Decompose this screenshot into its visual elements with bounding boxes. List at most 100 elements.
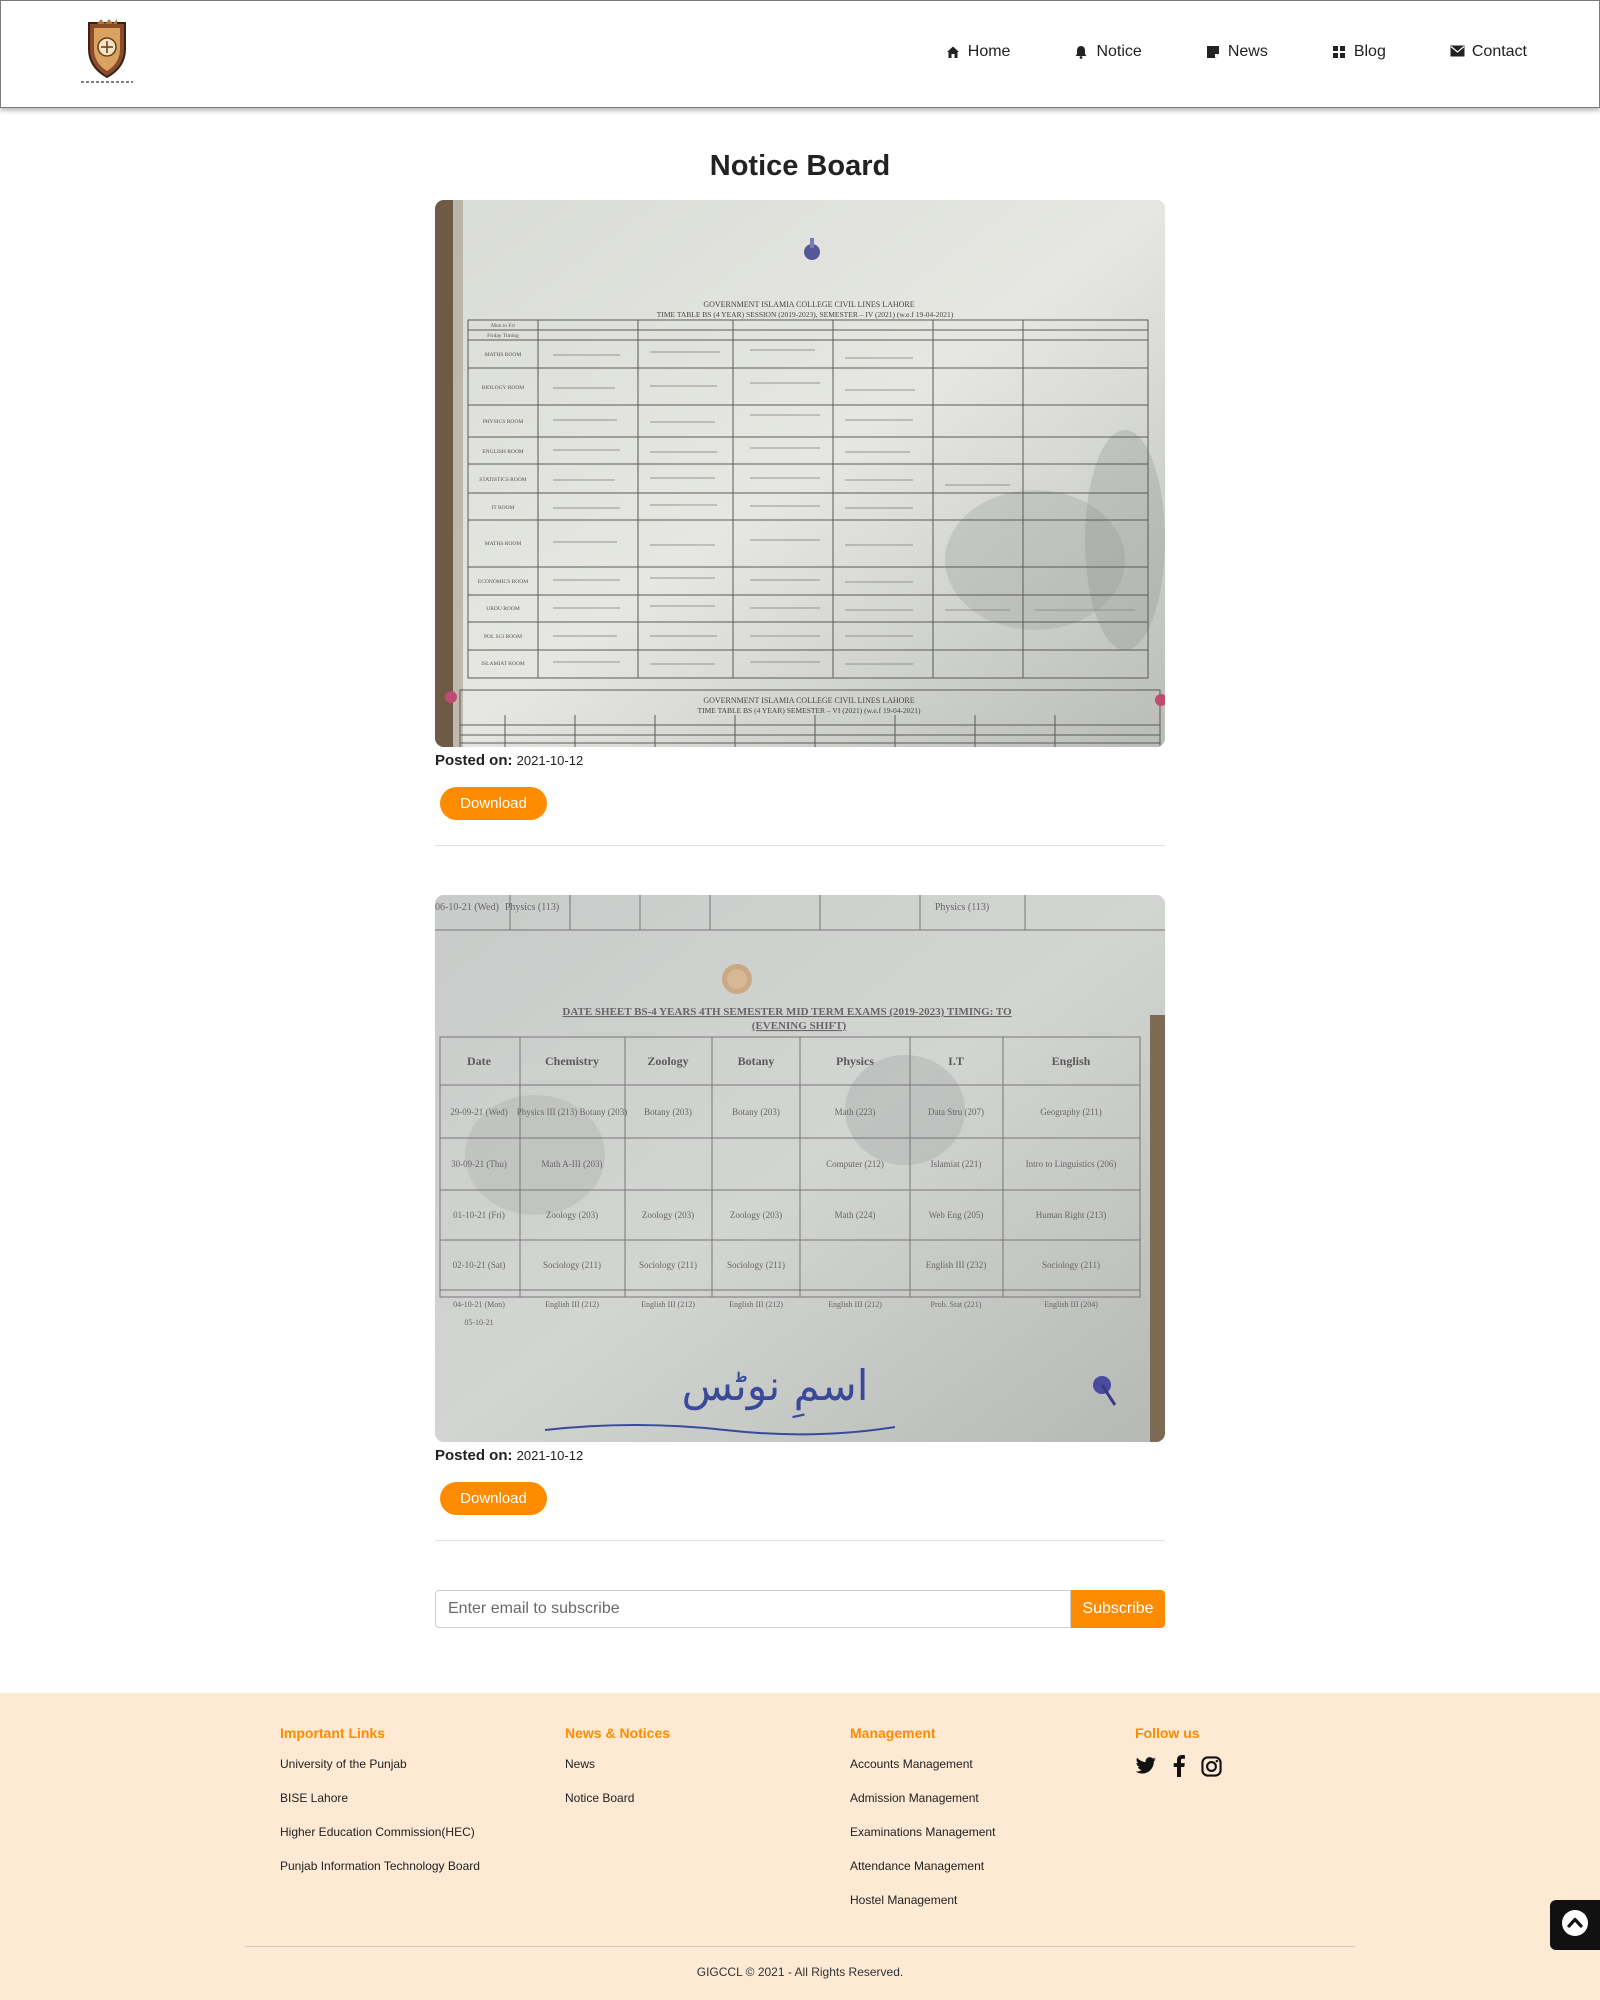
timetable-row-label: MATHS ROOM xyxy=(485,352,522,358)
nav-notice[interactable]: Notice xyxy=(1074,43,1142,61)
footer-column-important-links: Important Links University of the Punjab… xyxy=(280,1725,480,1891)
home-icon xyxy=(946,45,960,59)
sheet-cell: Data Stru (207) xyxy=(928,1107,984,1117)
sheet-cell: Prob. Stat (221) xyxy=(931,1300,982,1309)
footer-link[interactable]: Admission Management xyxy=(850,1789,995,1823)
bell-icon xyxy=(1074,45,1088,59)
nav-blog[interactable]: Blog xyxy=(1332,43,1386,61)
sheet-column-header: Date xyxy=(467,1054,492,1068)
posted-date: 2021-10-12 xyxy=(516,1448,584,1463)
timetable-row-label: ENGLISH ROOM xyxy=(482,449,524,455)
timetable-subheading-2: TIME TABLE BS (4 YEAR) SEMESTER – VI (20… xyxy=(698,706,921,715)
envelope-icon xyxy=(1450,45,1465,59)
footer-heading: News & Notices xyxy=(565,1725,671,1741)
sheet-cell: Sociology (211) xyxy=(1042,1260,1100,1270)
sheet-column-header: I.T xyxy=(948,1054,964,1068)
notice-image[interactable]: 06-10-21 (Wed) Physics (113) Physics (11… xyxy=(435,895,1165,1442)
timetable-heading: GOVERNMENT ISLAMIA COLLEGE CIVIL LINES L… xyxy=(703,300,914,309)
footer-column-follow-us: Follow us xyxy=(1135,1725,1238,1782)
back-to-top-button[interactable] xyxy=(1550,1900,1600,1950)
footer-heading: Follow us xyxy=(1135,1725,1200,1741)
footer-link[interactable]: Notice Board xyxy=(565,1789,670,1823)
sheet-cell: Zoology (203) xyxy=(546,1210,598,1220)
college-logo[interactable] xyxy=(77,19,137,87)
timetable-row-label: URDU ROOM xyxy=(486,606,520,612)
email-subscribe-input[interactable] xyxy=(435,1590,1071,1628)
sheet-cell: English III (212) xyxy=(641,1300,695,1309)
nav-contact[interactable]: Contact xyxy=(1450,43,1527,61)
site-header: Home Notice News Blog Contact xyxy=(0,0,1600,108)
sheet-cell: Web Eng (205) xyxy=(929,1210,984,1220)
footer-link[interactable]: Attendance Management xyxy=(850,1857,995,1891)
download-button[interactable]: Download xyxy=(440,1482,547,1515)
sheet-column-header: Zoology xyxy=(647,1054,688,1068)
footer-heading: Management xyxy=(850,1725,936,1741)
sheet-cell: 04-10-21 (Mon) xyxy=(453,1300,505,1309)
sheet-cell: Zoology (203) xyxy=(642,1210,694,1220)
twitter-icon[interactable] xyxy=(1135,1757,1157,1780)
notice-card: 06-10-21 (Wed) Physics (113) Physics (11… xyxy=(435,895,1165,1515)
sheet-cell: Human Right (213) xyxy=(1036,1210,1107,1220)
nav-contact-label: Contact xyxy=(1471,43,1527,60)
main-nav: Home Notice News Blog Contact xyxy=(882,43,1527,61)
sheet-cell: Intro to Linguistics (206) xyxy=(1026,1159,1117,1169)
timetable-row-label: PHYSICS ROOM xyxy=(483,419,524,425)
date-sheet-subtitle: (EVENING SHIFT) xyxy=(752,1020,847,1032)
posted-on: Posted on: 2021-10-12 xyxy=(435,752,1165,769)
posted-label: Posted on: xyxy=(435,752,513,769)
date-sheet-title: DATE SHEET BS-4 YEARS 4TH SEMESTER MID T… xyxy=(562,1006,1012,1018)
sheet-cell: Sociology (211) xyxy=(639,1260,697,1270)
timetable-row-label: STATISTICS ROOM xyxy=(479,477,526,483)
sheet-cell: English III (204) xyxy=(1044,1300,1098,1309)
sheet-cell: Sociology (211) xyxy=(543,1260,601,1270)
instagram-icon[interactable] xyxy=(1201,1755,1222,1782)
subscribe-button[interactable]: Subscribe xyxy=(1071,1590,1165,1628)
nav-home-label: Home xyxy=(967,43,1011,60)
sheet-cell: English III (232) xyxy=(926,1260,987,1270)
sheet-cell: Zoology (203) xyxy=(730,1210,782,1220)
footer-column-news-notices: News & Notices News Notice Board xyxy=(565,1725,670,1823)
footer-link[interactable]: Higher Education Commission(HEC) xyxy=(280,1823,480,1857)
footer-link[interactable]: Punjab Information Technology Board xyxy=(280,1857,480,1891)
page-title: Notice Board xyxy=(709,150,891,182)
sheet-column-header: English xyxy=(1052,1054,1091,1068)
footer-heading: Important Links xyxy=(280,1725,386,1741)
notice-card: GOVERNMENT ISLAMIA COLLEGE CIVIL LINES L… xyxy=(435,200,1165,820)
sheet-column-header: Physics xyxy=(836,1054,874,1068)
footer-link[interactable]: BISE Lahore xyxy=(280,1789,480,1823)
footer-link[interactable]: News xyxy=(565,1755,670,1789)
sheet-cell: English III (212) xyxy=(729,1300,783,1309)
timetable-row-label: ISLAMIAT ROOM xyxy=(481,661,525,667)
footer-link[interactable]: University of the Punjab xyxy=(280,1755,480,1789)
subscribe-form: Subscribe xyxy=(435,1590,1165,1628)
sheet-cell: Math (224) xyxy=(835,1210,876,1220)
posted-label: Posted on: xyxy=(435,1447,513,1464)
footer-link[interactable]: Hostel Management xyxy=(850,1891,995,1925)
sheet-cell: Botany (203) xyxy=(732,1107,780,1117)
download-button[interactable]: Download xyxy=(440,787,547,820)
nav-news[interactable]: News xyxy=(1206,43,1268,61)
nav-news-label: News xyxy=(1227,43,1268,60)
sheet-cell: 02-10-21 (Sat) xyxy=(453,1260,506,1270)
footer-link[interactable]: Accounts Management xyxy=(850,1755,995,1789)
posted-on: Posted on: 2021-10-12 xyxy=(435,1447,1165,1464)
site-footer: Important Links University of the Punjab… xyxy=(0,1693,1600,2000)
footer-link[interactable]: Examinations Management xyxy=(850,1823,995,1857)
timetable-row-label: BIOLOGY ROOM xyxy=(482,385,525,391)
sheet-cell: 05-10-21 xyxy=(464,1318,493,1327)
note-icon xyxy=(1206,45,1220,59)
facebook-icon[interactable] xyxy=(1173,1755,1185,1782)
timetable-row-label: Friday Timing xyxy=(487,333,519,339)
sheet-cell: Sociology (211) xyxy=(727,1260,785,1270)
divider xyxy=(435,845,1165,846)
sheet-column-header: Botany xyxy=(738,1054,775,1068)
sheet-cell: Computer (212) xyxy=(826,1159,884,1169)
sheet-column-header: Chemistry xyxy=(545,1054,599,1068)
notice-image[interactable]: GOVERNMENT ISLAMIA COLLEGE CIVIL LINES L… xyxy=(435,200,1165,747)
nav-home[interactable]: Home xyxy=(946,43,1011,61)
copyright-text: GIGCCL © 2021 - All Rights Reserved. xyxy=(696,1965,904,1979)
sheet-cell: 29-09-21 (Wed) xyxy=(450,1107,508,1117)
sheet-cell: 30-09-21 (Thu) xyxy=(451,1159,507,1169)
timetable-heading-2: GOVERNMENT ISLAMIA COLLEGE CIVIL LINES L… xyxy=(703,696,914,705)
posted-date: 2021-10-12 xyxy=(516,753,584,768)
